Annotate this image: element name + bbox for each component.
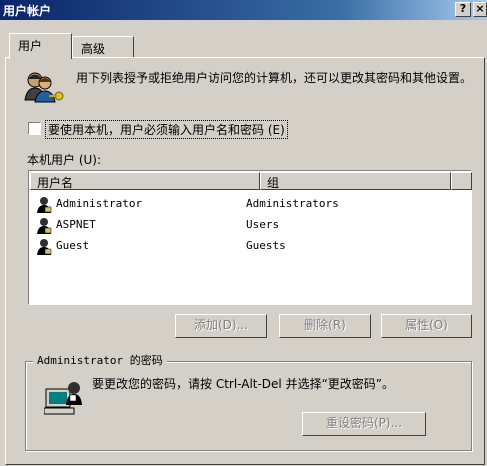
table-row[interactable]: Guest Guests [30, 236, 470, 256]
users-list[interactable]: 用户名 组 Administrator Administrators ASPNE… [28, 170, 472, 305]
properties-button[interactable]: 属性(O) [381, 314, 472, 338]
user-name: ASPNET [56, 218, 96, 231]
require-login-checkbox[interactable] [28, 122, 41, 135]
help-button[interactable]: ? [455, 2, 471, 17]
user-icon [37, 239, 52, 255]
column-header-group[interactable]: 组 [260, 172, 451, 190]
reset-password-button[interactable]: 重设密码(P)... [302, 412, 426, 436]
tab-users[interactable]: 用户 [9, 33, 72, 59]
intro-text: 用下列表授予或拒绝用户访问您的计算机，还可以更改其密码和其他设置。 [76, 71, 473, 85]
title-bar[interactable]: 用户帐户 ? × [0, 0, 487, 20]
local-users-label: 本机用户 (U): [27, 153, 102, 167]
column-header-username[interactable]: 用户名 [30, 172, 260, 190]
user-name: Administrator [56, 197, 143, 210]
delete-user-button[interactable]: 删除(R) [279, 314, 371, 338]
password-groupbox [25, 361, 472, 451]
require-login-label[interactable]: 要使用本机，用户必须输入用户名和密码 (E) [45, 120, 288, 139]
user-group: Guests [246, 239, 286, 252]
user-group: Administrators [246, 197, 339, 210]
users-key-icon [24, 72, 64, 103]
tab-advanced[interactable]: 高级 [72, 36, 134, 58]
table-row[interactable]: Administrator Administrators [30, 194, 470, 214]
window-title: 用户帐户 [3, 4, 52, 18]
user-group: Users [246, 218, 280, 231]
user-name: Guest [56, 239, 90, 252]
user-icon [37, 218, 52, 234]
user-icon [37, 197, 52, 213]
password-group-title: Administrator 的密码 [33, 352, 167, 368]
computer-user-icon [44, 382, 82, 415]
column-header-filler [451, 172, 472, 190]
add-user-button[interactable]: 添加(D)... [175, 314, 267, 338]
password-instructions: 要更改您的密码，请按 Ctrl-Alt-Del 并选择“更改密码”。 [92, 377, 395, 391]
close-button[interactable]: × [473, 2, 487, 17]
table-row[interactable]: ASPNET Users [30, 215, 470, 235]
